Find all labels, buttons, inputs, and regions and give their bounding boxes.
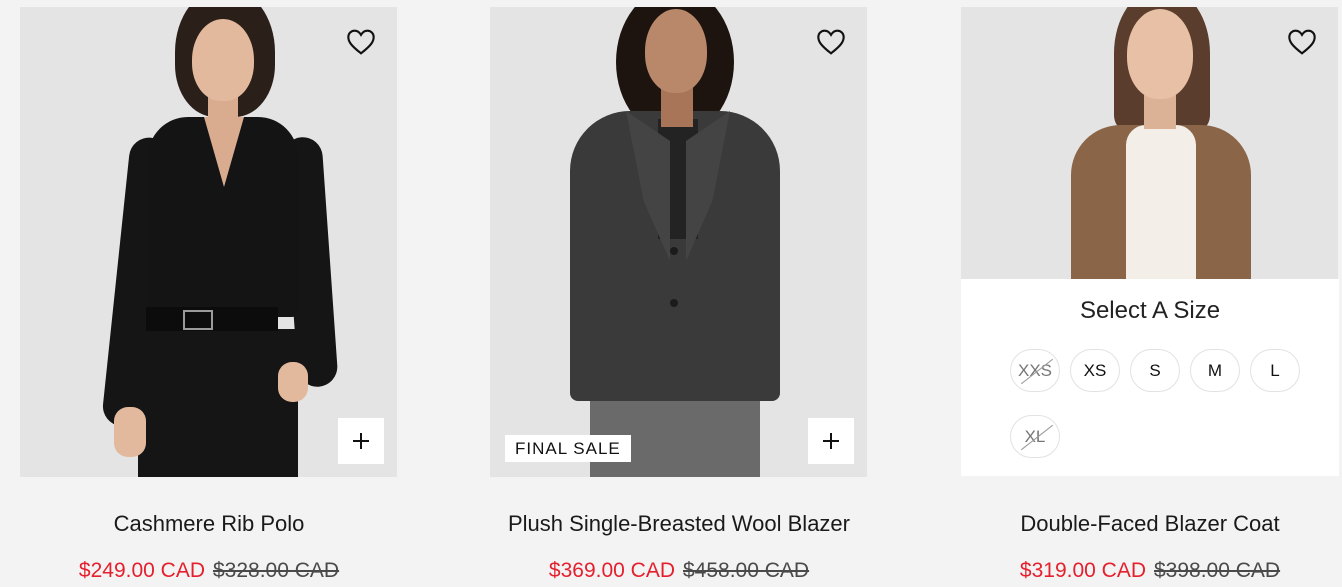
heart-outline-icon[interactable] — [1286, 26, 1318, 58]
product-price: $249.00 CAD $328.00 CAD — [20, 559, 398, 583]
product-price: $319.00 CAD $398.00 CAD — [961, 559, 1339, 583]
size-option-xxs[interactable]: XXS — [1010, 349, 1060, 392]
size-option-m[interactable]: M — [1190, 349, 1240, 392]
heart-outline-icon[interactable] — [815, 26, 847, 58]
quick-add-button[interactable] — [808, 418, 854, 464]
size-option-s[interactable]: S — [1130, 349, 1180, 392]
product-name[interactable]: Double-Faced Blazer Coat — [961, 511, 1339, 537]
product-image[interactable] — [20, 7, 397, 477]
size-selector-title: Select A Size — [1079, 297, 1221, 324]
final-sale-badge: FINAL SALE — [505, 435, 631, 462]
original-price: $398.00 CAD — [1154, 559, 1281, 582]
product-card[interactable]: Select A Size XXS XS S M L XL Double-Fac… — [961, 0, 1339, 587]
product-image[interactable] — [961, 7, 1338, 279]
size-selector-panel: Select A Size XXS XS S M L XL — [961, 279, 1339, 476]
product-name[interactable]: Cashmere Rib Polo — [20, 511, 398, 537]
original-price: $458.00 CAD — [683, 559, 810, 582]
product-image[interactable]: FINAL SALE — [490, 7, 867, 477]
product-card[interactable]: Cashmere Rib Polo $249.00 CAD $328.00 CAD — [20, 0, 398, 587]
sale-price: $249.00 CAD — [78, 559, 205, 582]
size-option-xl[interactable]: XL — [1010, 415, 1060, 458]
plus-icon — [823, 433, 839, 449]
heart-outline-icon[interactable] — [345, 26, 377, 58]
size-option-xs[interactable]: XS — [1070, 349, 1120, 392]
product-name[interactable]: Plush Single-Breasted Wool Blazer — [490, 511, 868, 537]
quick-add-button[interactable] — [338, 418, 384, 464]
original-price: $328.00 CAD — [213, 559, 340, 582]
sale-price: $369.00 CAD — [548, 559, 675, 582]
size-option-l[interactable]: L — [1250, 349, 1300, 392]
plus-icon — [353, 433, 369, 449]
sale-price: $319.00 CAD — [1019, 559, 1146, 582]
product-card[interactable]: FINAL SALE Plush Single-Breasted Wool Bl… — [490, 0, 868, 587]
product-price: $369.00 CAD $458.00 CAD — [490, 559, 868, 583]
